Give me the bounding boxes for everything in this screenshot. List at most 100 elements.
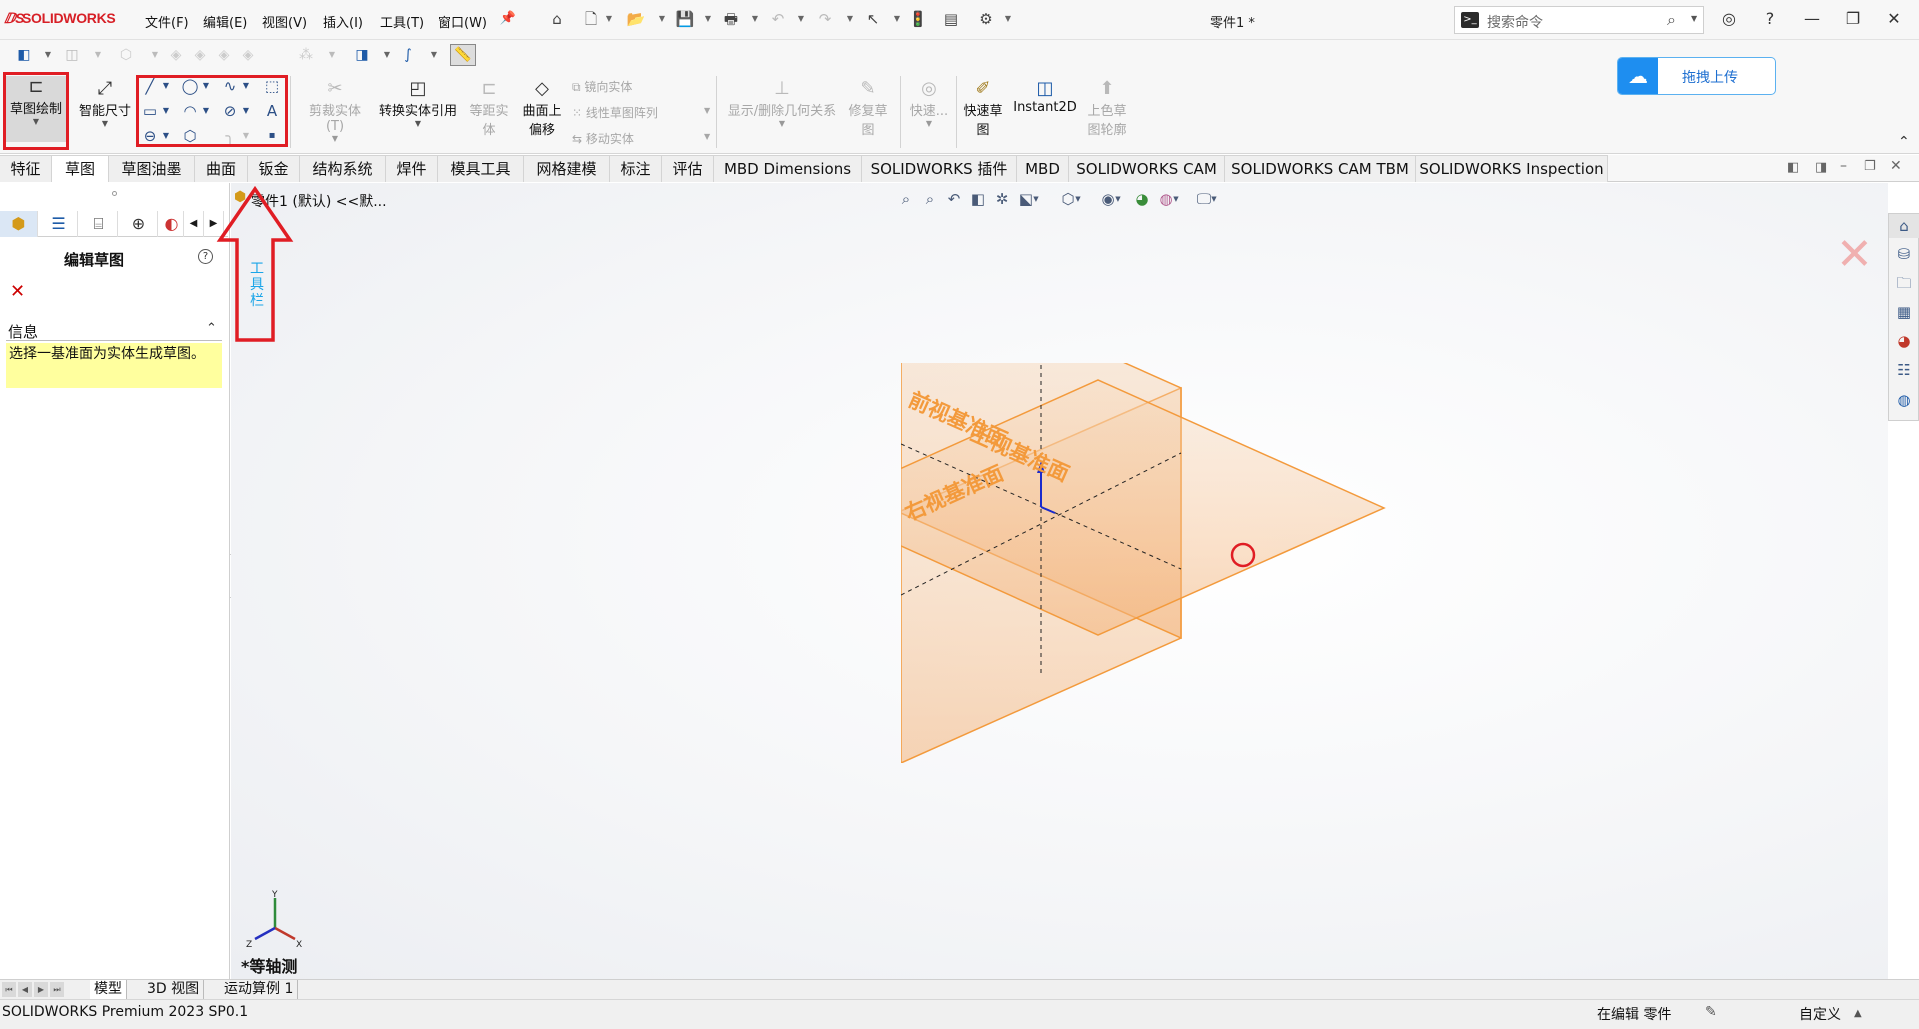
help-icon[interactable]: ? [1755, 6, 1785, 32]
tab-evaluate[interactable]: 评估 [662, 155, 714, 182]
tile-left-icon[interactable]: ◧ [1787, 160, 1799, 175]
dynamic-annotation-icon[interactable]: ✲ [991, 189, 1013, 209]
undo-dropdown-icon[interactable]: ▼ [796, 8, 806, 30]
redo-dropdown-icon[interactable]: ▼ [845, 8, 855, 30]
tab-sheet-metal[interactable]: 钣金 [248, 155, 300, 182]
new-dropdown-icon[interactable]: ▼ [604, 8, 614, 30]
view-orientation-dropdown-icon[interactable]: ▼ [1031, 189, 1041, 209]
print-icon[interactable]: 🖶 [720, 8, 742, 30]
menu-edit[interactable]: 编辑(E) [203, 12, 247, 31]
custom-properties-icon[interactable]: ☷ [1894, 360, 1914, 380]
tab-mesh-modeling[interactable]: 网格建模 [524, 155, 610, 182]
view-palette-icon[interactable]: ▦ [1894, 302, 1914, 322]
part-icon[interactable]: ◧ [14, 45, 34, 65]
select-dropdown-icon[interactable]: ▼ [892, 8, 902, 30]
save-icon[interactable]: 💾 [674, 8, 696, 30]
search-commands-box[interactable]: >_ 搜索命令 ⌕ ▼ [1454, 6, 1704, 34]
open-icon[interactable]: 📂 [625, 8, 647, 30]
assembly-dropdown-icon[interactable]: ▼ [88, 45, 108, 65]
solidworks-resources-icon[interactable]: ⌂ [1894, 216, 1914, 236]
select-arrow-icon[interactable]: ↖ [862, 8, 884, 30]
tab-solidworks-cam[interactable]: SOLIDWORKS CAM [1069, 155, 1225, 182]
apply-scene-dropdown-icon[interactable]: ▼ [1171, 189, 1181, 209]
save-dropdown-icon[interactable]: ▼ [703, 8, 713, 30]
shaded-contours-button[interactable]: ⬆ 上色草 图轮廓 [1082, 78, 1132, 138]
quick-snaps-button[interactable]: ◎ 快速... ▼ [904, 78, 954, 128]
tab-3d-views[interactable]: 3D 视图 [143, 980, 205, 1000]
menu-view[interactable]: 视图(V) [262, 12, 307, 31]
menu-window[interactable]: 窗口(W) [438, 12, 487, 31]
previous-view-icon[interactable]: ↶ [943, 189, 965, 209]
tab-mbd[interactable]: MBD [1017, 155, 1069, 182]
feature-gray-icon-2[interactable]: ◈ [190, 45, 210, 65]
convert-dropdown-icon[interactable]: ▼ [374, 119, 462, 128]
part-dropdown-icon[interactable]: ▼ [38, 45, 58, 65]
zoom-to-fit-icon[interactable]: ⌕ [895, 189, 917, 209]
tab-solidworks-addins[interactable]: SOLIDWORKS 插件 [862, 155, 1017, 182]
curve-icon[interactable]: ∫ [398, 45, 418, 65]
pattern-gray-icon[interactable]: ⁂ [296, 45, 316, 65]
reference-planes[interactable]: 前视基准面 上视基准面 右视基准面 [901, 363, 1601, 763]
section-view-icon[interactable]: ◧ [967, 189, 989, 209]
collapse-ribbon-icon[interactable]: ⌃ [1898, 134, 1910, 150]
search-placeholder[interactable]: 搜索命令 [1487, 12, 1543, 32]
trim-dropdown-icon[interactable]: ▼ [300, 134, 370, 143]
new-document-icon[interactable]: 🗋 [580, 8, 602, 30]
tab-mold-tools[interactable]: 模具工具 [438, 155, 524, 182]
dimxpert-tab-icon[interactable]: ⊕ [120, 211, 158, 237]
tab-markup[interactable]: 标注 [610, 155, 662, 182]
options-gear-icon[interactable]: ⚙ [975, 8, 997, 30]
pattern-dropdown-icon-2[interactable]: ▼ [704, 106, 710, 115]
design-library-icon[interactable]: ⛁ [1894, 244, 1914, 264]
minimize-button[interactable]: — [1797, 6, 1827, 32]
restore-button[interactable]: ❐ [1838, 6, 1868, 32]
quick-snaps-dropdown-icon[interactable]: ▼ [904, 119, 954, 128]
custom-units[interactable]: 自定义 [1799, 1004, 1841, 1024]
file-explorer-icon[interactable]: 🗀 [1894, 273, 1914, 293]
configuration-manager-tab-icon[interactable]: ⌸ [80, 211, 118, 237]
account-icon[interactable]: ◎ [1714, 6, 1744, 32]
offset-entities-button[interactable]: ⊏ 等距实 体 [464, 78, 514, 138]
feature-gray-icon-1[interactable]: ◈ [166, 45, 186, 65]
tab-solidworks-inspection[interactable]: SOLIDWORKS Inspection [1416, 155, 1608, 182]
help-icon[interactable]: ? [198, 249, 213, 264]
ruler-icon[interactable]: 📏 [450, 44, 476, 66]
rebuild-icon[interactable]: 🚦 [907, 8, 929, 30]
first-tab-icon[interactable]: ⏮ [2, 982, 16, 997]
info-section-header[interactable]: 信息 [8, 321, 38, 342]
tab-features[interactable]: 特征 [0, 155, 52, 182]
solidworks-logo[interactable]: ⅅSSOLIDWORKS [4, 10, 116, 27]
close-sketch-icon[interactable]: ✕ [10, 281, 25, 302]
mirror-entities-button[interactable]: ⧉ 镜向实体 [572, 78, 632, 95]
feature-gray-icon-4[interactable]: ◈ [238, 45, 258, 65]
next-tab-icon[interactable]: ▶ [34, 982, 48, 997]
linear-pattern-button[interactable]: ⁙ 线性草图阵列 [572, 104, 658, 121]
cube-gray-icon[interactable]: ⬡ [116, 45, 136, 65]
move-entities-button[interactable]: ⇆ 移动实体 [572, 130, 634, 147]
feature-manager-tab-icon[interactable]: ⬢ [0, 211, 38, 237]
pin-icon[interactable]: 📌 [497, 8, 519, 30]
tab-model[interactable]: 模型 [90, 980, 127, 1000]
tab-weldments[interactable]: 焊件 [386, 155, 438, 182]
redo-icon[interactable]: ↷ [814, 8, 836, 30]
display-style-dropdown-icon[interactable]: ▼ [1073, 189, 1083, 209]
drag-upload-button[interactable]: ☁ 拖拽上传 [1617, 57, 1776, 95]
panel-grip[interactable] [112, 191, 117, 196]
solidworks-forum-icon[interactable]: ◍ [1894, 390, 1914, 410]
file-properties-icon[interactable]: ▤ [940, 8, 962, 30]
tab-solidworks-cam-tbm[interactable]: SOLIDWORKS CAM TBM [1225, 155, 1416, 182]
units-dropdown-icon[interactable]: ▲ [1854, 1008, 1862, 1019]
tab-mbd-dimensions[interactable]: MBD Dimensions [714, 155, 862, 182]
doc-restore-icon[interactable]: ❐ [1864, 159, 1876, 174]
undo-icon[interactable]: ↶ [767, 8, 789, 30]
offset-on-surface-button[interactable]: ◇ 曲面上 偏移 [516, 78, 568, 138]
home-icon[interactable]: ⌂ [546, 8, 568, 30]
appearances-icon[interactable]: ◕ [1894, 331, 1914, 351]
tab-motion-study[interactable]: 运动算例 1 [220, 980, 299, 1000]
plane-icon[interactable]: ◨ [352, 45, 372, 65]
rapid-sketch-button[interactable]: ✐ 快速草 图 [960, 78, 1006, 138]
options-dropdown-icon[interactable]: ▼ [1003, 8, 1013, 30]
assembly-icon[interactable]: ◫ [62, 45, 82, 65]
tile-right-icon[interactable]: ◨ [1815, 160, 1827, 175]
last-tab-icon[interactable]: ⏭ [50, 982, 64, 997]
